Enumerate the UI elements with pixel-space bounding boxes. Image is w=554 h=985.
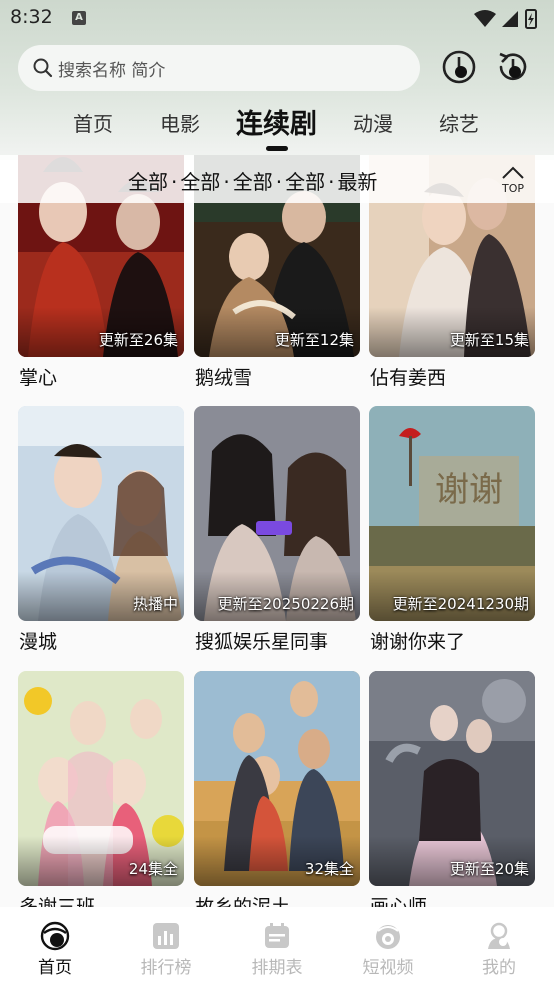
nav-label: 短视频 bbox=[362, 958, 414, 978]
top-label: TOP bbox=[501, 182, 524, 195]
wifi-icon bbox=[474, 10, 496, 27]
filter-separator: · bbox=[223, 170, 230, 194]
nav-ranking[interactable]: 排行榜 bbox=[111, 907, 221, 985]
search-placeholder: 搜索名称 简介 bbox=[58, 61, 166, 81]
card-title: 漫城 bbox=[19, 631, 58, 653]
status-icons bbox=[474, 9, 537, 29]
episode-badge: 热播中 bbox=[132, 595, 178, 613]
poster-image: 谢谢 更新至20241230期 bbox=[369, 406, 535, 621]
category-tabs: 首页 电影 连续剧 动漫 综艺 bbox=[0, 98, 554, 151]
search-icon bbox=[33, 58, 53, 78]
nav-short-video[interactable]: 短视频 bbox=[333, 907, 443, 985]
card-item[interactable]: 谢谢 更新至20241230期 谢谢你来了 bbox=[369, 406, 535, 653]
card-item[interactable]: 32集全 故乡的泥土 bbox=[194, 671, 360, 910]
tab-anime[interactable]: 动漫 bbox=[353, 108, 393, 137]
episode-badge: 更新至20250226期 bbox=[217, 595, 354, 613]
short-video-icon bbox=[376, 925, 400, 949]
card-title: 鹅绒雪 bbox=[195, 367, 253, 389]
card-title: 掌心 bbox=[19, 367, 58, 389]
poster-image: 24集全 bbox=[18, 671, 184, 886]
nav-label: 排行榜 bbox=[140, 958, 192, 978]
nav-label: 首页 bbox=[38, 958, 72, 978]
history-icon[interactable] bbox=[440, 48, 478, 86]
tab-series[interactable]: 连续剧 bbox=[236, 102, 317, 141]
tab-variety[interactable]: 综艺 bbox=[439, 108, 479, 137]
search-input[interactable]: 搜索名称 简介 bbox=[18, 45, 420, 91]
refresh-icon[interactable] bbox=[494, 48, 532, 86]
filter-separator: · bbox=[171, 170, 178, 194]
episode-badge: 更新至20集 bbox=[449, 860, 529, 878]
home-icon bbox=[40, 921, 70, 951]
nav-label: 我的 bbox=[482, 958, 516, 978]
filter-separator: · bbox=[328, 170, 335, 194]
poster-image: 32集全 bbox=[194, 671, 360, 886]
card-item[interactable]: 热播中 漫城 bbox=[18, 406, 184, 653]
filter-options: 全部 · 全部 · 全部 · 全部 · 最新 bbox=[128, 166, 377, 195]
episode-badge: 更新至26集 bbox=[98, 331, 178, 349]
back-to-top-button[interactable]: TOP bbox=[497, 163, 529, 197]
filter-sort[interactable]: 最新 bbox=[337, 170, 377, 194]
card-item[interactable]: 更新至20集 画心师 bbox=[369, 671, 535, 910]
card-title: 谢谢你来了 bbox=[370, 631, 466, 653]
filter-region[interactable]: 全部 bbox=[180, 170, 220, 194]
bottom-navigation: 首页 排行榜 排期表 短视频 我的 bbox=[0, 907, 554, 985]
card-item[interactable]: 24集全 多谢三班 bbox=[18, 671, 184, 910]
episode-badge: 更新至12集 bbox=[274, 331, 354, 349]
poster-image: 热播中 bbox=[18, 406, 184, 621]
ranking-icon bbox=[153, 923, 179, 949]
tab-movies[interactable]: 电影 bbox=[160, 108, 200, 137]
poster-image: 更新至20250226期 bbox=[194, 406, 360, 621]
card-title: 佔有姜西 bbox=[370, 367, 447, 389]
signal-icon bbox=[502, 11, 518, 27]
profile-icon bbox=[488, 922, 510, 949]
filter-year[interactable]: 全部 bbox=[233, 170, 273, 194]
episode-badge: 更新至15集 bbox=[449, 331, 529, 349]
status-bar: 8:32 A bbox=[0, 0, 554, 38]
episode-badge: 32集全 bbox=[304, 860, 354, 878]
nav-profile[interactable]: 我的 bbox=[444, 907, 554, 985]
active-tab-indicator bbox=[266, 146, 288, 151]
filter-type[interactable]: 全部 bbox=[128, 170, 168, 194]
episode-badge: 24集全 bbox=[128, 860, 178, 878]
tab-home[interactable]: 首页 bbox=[73, 108, 113, 137]
svg-text:谢谢: 谢谢 bbox=[435, 470, 503, 510]
poster-image: 更新至20集 bbox=[369, 671, 535, 886]
card-title: 搜狐娱乐星同事 bbox=[195, 631, 329, 653]
filter-language[interactable]: 全部 bbox=[285, 170, 325, 194]
filter-bar: 全部 · 全部 · 全部 · 全部 · 最新 TOP bbox=[0, 155, 554, 203]
episode-badge: 更新至20241230期 bbox=[392, 595, 529, 613]
chevron-up-icon bbox=[502, 166, 524, 179]
calendar-icon bbox=[265, 923, 289, 948]
series-grid: 更新至26集 掌心 更新至12集 鹅绒雪 更新至15集 佔有姜西 热播中 漫城 … bbox=[0, 155, 554, 910]
status-time: 8:32 bbox=[10, 6, 53, 28]
nav-label: 排期表 bbox=[251, 958, 303, 978]
nav-home[interactable]: 首页 bbox=[0, 907, 110, 985]
nav-schedule[interactable]: 排期表 bbox=[222, 907, 332, 985]
notification-icon: A bbox=[72, 11, 86, 25]
filter-separator: · bbox=[275, 170, 283, 194]
card-item[interactable]: 更新至20250226期 搜狐娱乐星同事 bbox=[194, 406, 360, 653]
